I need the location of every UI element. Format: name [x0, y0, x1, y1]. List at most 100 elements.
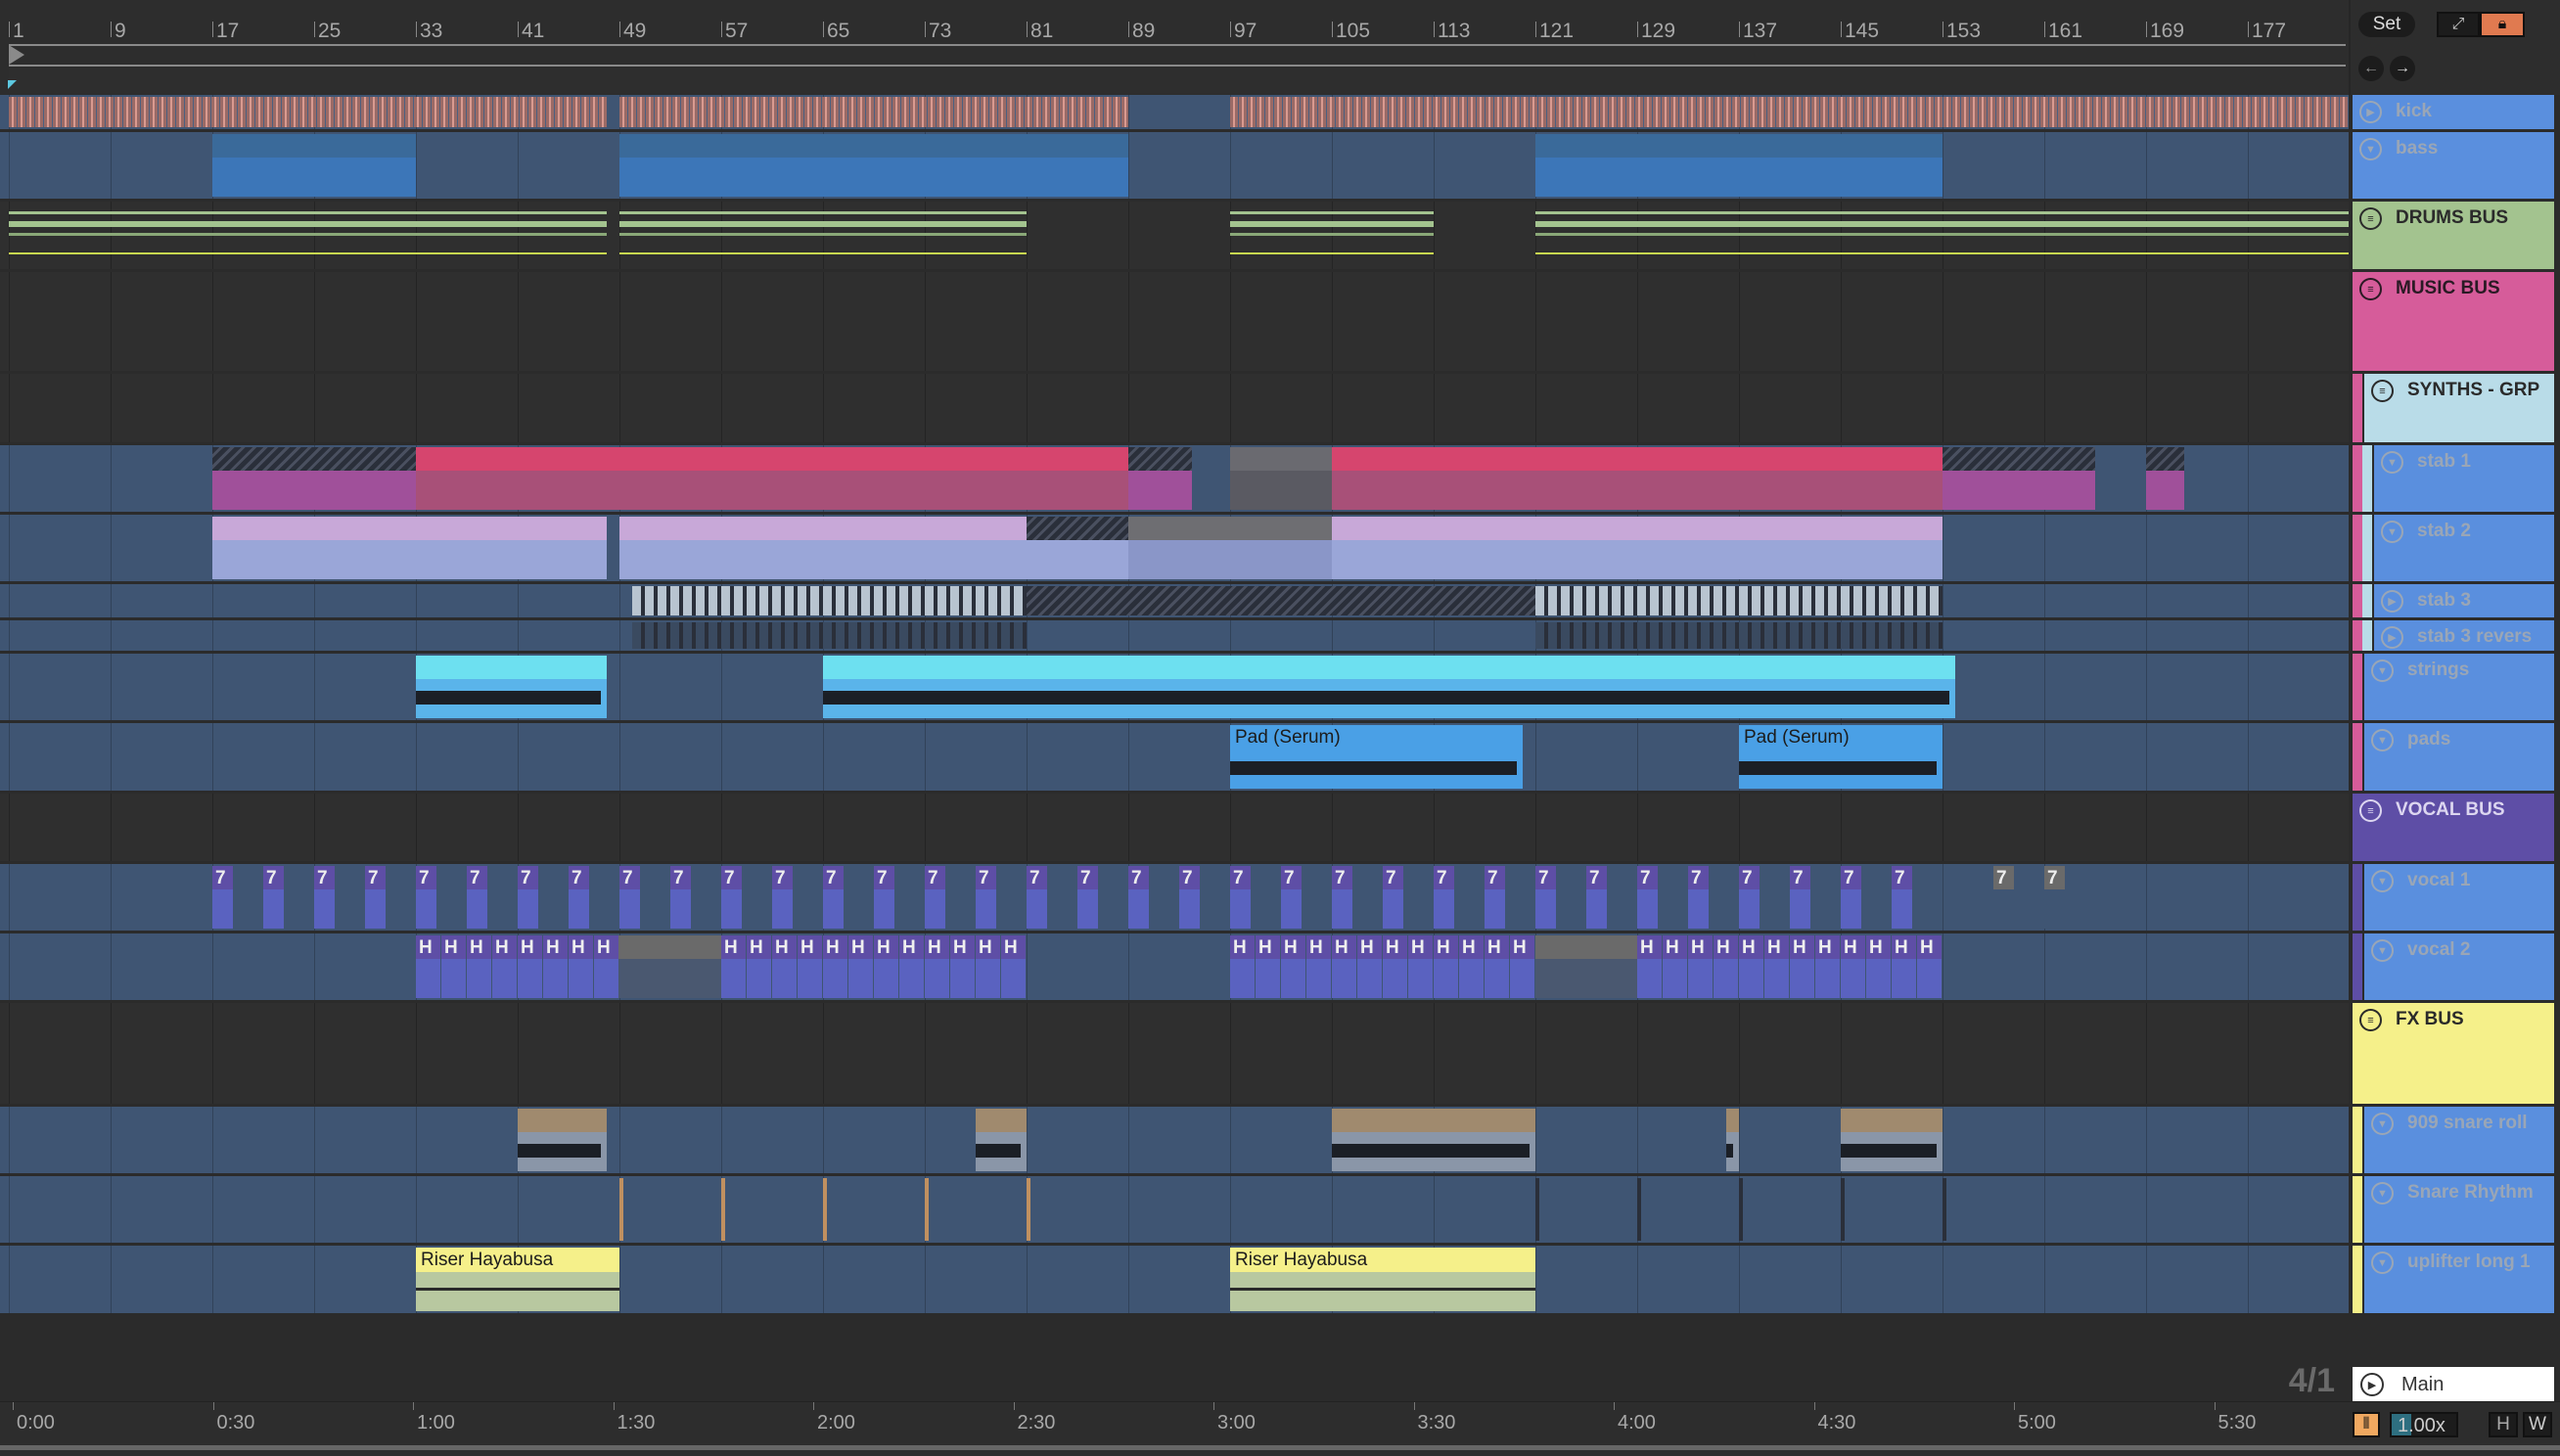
track-header-pads[interactable]: ▼ pads [2353, 723, 2554, 791]
track-lane[interactable] [0, 95, 2349, 129]
track-header-drums-bus[interactable]: ≡ DRUMS BUS [2353, 202, 2554, 269]
clip[interactable] [1535, 622, 1943, 649]
clip[interactable]: 7 [1535, 866, 1556, 929]
track-lane[interactable] [0, 272, 2349, 371]
clip[interactable]: 7 [2044, 866, 2065, 929]
clip[interactable]: Riser Hayabusa [416, 1248, 619, 1311]
track-lane[interactable] [0, 584, 2349, 617]
arrow-left-icon[interactable]: ← [2358, 56, 2384, 81]
track-lane[interactable] [0, 515, 2349, 581]
clip[interactable]: 7 [670, 866, 691, 929]
clip[interactable]: H [1408, 935, 1433, 998]
clip[interactable] [1128, 447, 1192, 510]
clip[interactable]: 7 [1179, 866, 1200, 929]
clip[interactable] [632, 586, 1027, 615]
clip[interactable] [1739, 1178, 1743, 1241]
clip[interactable]: 7 [1027, 866, 1047, 929]
clip[interactable]: H [1485, 935, 1509, 998]
clip[interactable]: H [1256, 935, 1280, 998]
clip[interactable]: 7 [1485, 866, 1505, 929]
playhead-marker[interactable] [8, 80, 17, 89]
clip[interactable] [1535, 134, 1943, 197]
clip[interactable] [416, 447, 1128, 510]
clip[interactable]: Pad (Serum) [1739, 725, 1943, 789]
clip[interactable]: 7 [1434, 866, 1454, 929]
clip[interactable]: 7 [925, 866, 945, 929]
clip[interactable]: H [441, 935, 466, 998]
clip[interactable]: H [823, 935, 847, 998]
clip[interactable] [823, 656, 1955, 718]
horizontal-scrollbar[interactable] [0, 1445, 2560, 1450]
track-lane[interactable] [0, 374, 2349, 442]
clip[interactable]: Pad (Serum) [1230, 725, 1523, 789]
clip[interactable]: H [1434, 935, 1458, 998]
clip[interactable] [1637, 1178, 1641, 1241]
clip[interactable]: H [1281, 935, 1305, 998]
clip[interactable]: 7 [1841, 866, 1861, 929]
track-header-vocal-2[interactable]: ▼ vocal 2 [2353, 933, 2554, 1000]
fold-icon[interactable]: ▼ [2381, 521, 2403, 543]
track-header-uplifter-long-1[interactable]: ▼ uplifter long 1 [2353, 1246, 2554, 1313]
clip[interactable]: H [1815, 935, 1840, 998]
clip[interactable]: H [1459, 935, 1484, 998]
fold-icon[interactable]: ▼ [2371, 870, 2394, 892]
group-fold-icon[interactable]: ≡ [2371, 380, 2394, 402]
clip[interactable] [1726, 1109, 1739, 1171]
clip[interactable] [619, 204, 1027, 267]
track-header-strings[interactable]: ▼ strings [2353, 654, 2554, 720]
waveform-icon[interactable]: ⦀ [2353, 1412, 2380, 1437]
clip[interactable] [1841, 1178, 1845, 1241]
group-fold-icon[interactable]: ≡ [2359, 207, 2382, 230]
clip[interactable]: H [772, 935, 797, 998]
clip[interactable] [9, 97, 607, 127]
fold-icon[interactable]: ▼ [2371, 1251, 2394, 1274]
group-fold-icon[interactable]: ≡ [2359, 278, 2382, 300]
fold-icon[interactable]: ▼ [2371, 1113, 2394, 1135]
clip[interactable]: H [569, 935, 593, 998]
clip[interactable]: H [925, 935, 949, 998]
clip[interactable] [632, 622, 1027, 649]
loop-brace[interactable] [9, 44, 2346, 67]
clip[interactable]: H [798, 935, 822, 998]
clip[interactable]: H [721, 935, 746, 998]
clip[interactable]: H [874, 935, 898, 998]
clip[interactable]: 7 [1128, 866, 1149, 929]
clip[interactable]: 7 [1281, 866, 1302, 929]
track-lane[interactable]: Riser Hayabusa Riser Hayabusa [0, 1246, 2349, 1313]
track-header-bass[interactable]: ▼ bass [2353, 132, 2554, 199]
track-lane[interactable] [0, 132, 2349, 199]
clip[interactable]: 7 [619, 866, 640, 929]
clip[interactable]: 7 [1383, 866, 1403, 929]
clip[interactable]: 7 [212, 866, 233, 929]
clip[interactable] [1230, 447, 1332, 510]
h-button[interactable]: H [2489, 1412, 2518, 1437]
clip[interactable] [1535, 204, 2349, 267]
pencil-icon[interactable]: ⤢ [2437, 12, 2480, 37]
clip[interactable] [212, 134, 416, 197]
clip[interactable]: 7 [976, 866, 996, 929]
clip[interactable]: 7 [416, 866, 436, 929]
clip[interactable]: H [1510, 935, 1534, 998]
clip[interactable]: 7 [1739, 866, 1760, 929]
clip[interactable]: 7 [1230, 866, 1251, 929]
clip[interactable]: H [594, 935, 618, 998]
track-lane[interactable] [0, 1107, 2349, 1173]
clip[interactable]: 7 [1637, 866, 1658, 929]
clip[interactable]: H [1790, 935, 1814, 998]
track-header-stab-3[interactable]: ▶ stab 3 [2353, 584, 2554, 617]
clip[interactable]: Riser Hayabusa [1230, 1248, 1535, 1311]
track-lane[interactable] [0, 202, 2349, 269]
clip[interactable] [1332, 517, 1943, 579]
track-header-vocal-bus[interactable]: ≡ VOCAL BUS [2353, 794, 2554, 861]
locator-row[interactable] [9, 68, 2348, 93]
clip[interactable]: H [1866, 935, 1891, 998]
play-icon[interactable]: ▶ [2360, 1373, 2384, 1396]
clip[interactable] [1128, 517, 1332, 579]
play-icon[interactable]: ▶ [2381, 590, 2403, 613]
track-header-stab-1[interactable]: ▼ stab 1 [2353, 445, 2554, 512]
clip[interactable]: H [1357, 935, 1382, 998]
w-button[interactable]: W [2523, 1412, 2552, 1437]
track-header-synths-grp[interactable]: ≡ SYNTHS - GRP [2353, 374, 2554, 442]
track-header-snare-rhythm[interactable]: ▼ Snare Rhythm [2353, 1176, 2554, 1243]
clip[interactable]: H [416, 935, 440, 998]
